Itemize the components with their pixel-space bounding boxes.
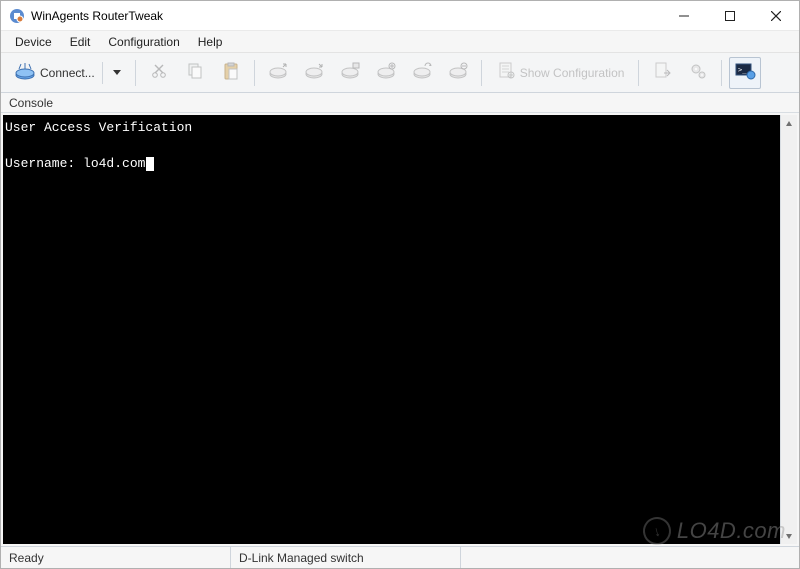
- router-action-5[interactable]: [406, 57, 438, 89]
- toolbar-separator: [135, 60, 136, 86]
- scroll-down-arrow-icon[interactable]: [781, 527, 797, 544]
- menu-device[interactable]: Device: [7, 33, 60, 51]
- router-action-4[interactable]: [370, 57, 402, 89]
- paste-button[interactable]: [215, 57, 247, 89]
- router-action-6[interactable]: [442, 57, 474, 89]
- toolbar-separator: [254, 60, 255, 86]
- scroll-up-arrow-icon[interactable]: [781, 115, 797, 132]
- close-button[interactable]: [753, 1, 799, 30]
- chevron-down-icon[interactable]: [113, 70, 121, 75]
- status-left: Ready: [1, 547, 231, 568]
- router-action-1[interactable]: [262, 57, 294, 89]
- console-prompt: Username:: [5, 156, 83, 171]
- window-title: WinAgents RouterTweak: [31, 9, 163, 23]
- console-area: User Access Verification Username: lo4d.…: [1, 113, 799, 546]
- router-icon: [267, 60, 289, 85]
- svg-text:>_: >_: [738, 66, 747, 74]
- router-icon: [375, 60, 397, 85]
- minimize-button[interactable]: [661, 1, 707, 30]
- titlebar: WinAgents RouterTweak: [1, 1, 799, 31]
- router-icon: [339, 60, 361, 85]
- menu-configuration[interactable]: Configuration: [100, 33, 187, 51]
- console-tab-header: Console: [1, 93, 799, 113]
- status-center: D-Link Managed switch: [231, 547, 461, 568]
- doc-action-1[interactable]: [646, 57, 678, 89]
- text-cursor: [146, 157, 154, 171]
- window-controls: [661, 1, 799, 30]
- cut-button[interactable]: [143, 57, 175, 89]
- dropdown-separator: [102, 62, 103, 84]
- toolbar: Connect...: [1, 53, 799, 93]
- console-output[interactable]: User Access Verification Username: lo4d.…: [3, 115, 780, 544]
- show-configuration-button[interactable]: Show Configuration: [489, 57, 632, 89]
- document-arrow-icon: [652, 61, 672, 84]
- terminal-button[interactable]: >_: [729, 57, 761, 89]
- router-icon: [411, 60, 433, 85]
- router-action-2[interactable]: [298, 57, 330, 89]
- toolbar-separator: [721, 60, 722, 86]
- connect-label: Connect...: [40, 66, 95, 80]
- copy-button[interactable]: [179, 57, 211, 89]
- gears-icon: [688, 61, 708, 84]
- app-window: WinAgents RouterTweak Device Edit Config…: [0, 0, 800, 569]
- doc-action-2[interactable]: [682, 57, 714, 89]
- router-icon: [14, 60, 36, 85]
- show-configuration-label: Show Configuration: [520, 66, 625, 80]
- maximize-button[interactable]: [707, 1, 753, 30]
- vertical-scrollbar[interactable]: [780, 115, 797, 544]
- menubar: Device Edit Configuration Help: [1, 31, 799, 53]
- menu-help[interactable]: Help: [190, 33, 231, 51]
- document-icon: [496, 61, 516, 84]
- console-line-1: User Access Verification: [5, 120, 192, 135]
- toolbar-separator: [638, 60, 639, 86]
- connect-button[interactable]: Connect...: [7, 57, 128, 89]
- copy-icon: [185, 61, 205, 84]
- menu-edit[interactable]: Edit: [62, 33, 99, 51]
- router-icon: [447, 60, 469, 85]
- app-icon: [9, 8, 25, 24]
- router-icon: [303, 60, 325, 85]
- terminal-icon: >_: [734, 60, 756, 85]
- statusbar: Ready D-Link Managed switch: [1, 546, 799, 568]
- status-right: [461, 547, 799, 568]
- scissors-icon: [149, 61, 169, 84]
- toolbar-separator: [481, 60, 482, 86]
- clipboard-icon: [221, 61, 241, 84]
- router-action-3[interactable]: [334, 57, 366, 89]
- console-tab-label: Console: [9, 96, 53, 110]
- console-input-value: lo4d.com: [83, 156, 145, 171]
